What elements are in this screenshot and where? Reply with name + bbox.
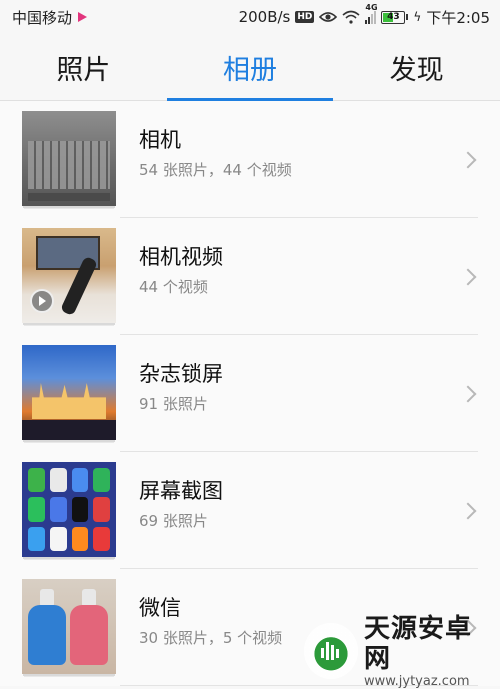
album-name: 杂志锁屏: [139, 362, 223, 386]
battery-icon: 43: [381, 10, 406, 24]
chevron-right-icon: [459, 268, 477, 285]
tab-albums[interactable]: 相册: [166, 34, 334, 101]
wifi-icon: [342, 10, 360, 24]
tab-albums-label: 相册: [223, 54, 277, 86]
album-thumbnail: [22, 345, 116, 440]
album-count: 69 张照片: [139, 512, 208, 530]
android-logo-icon: [304, 623, 358, 679]
watermark-title: 天源安卓网: [363, 613, 472, 674]
carrier-name: 中国移动: [12, 8, 73, 27]
carrier-logo-icon: [78, 12, 88, 22]
tab-bar: 照片 相册 发现: [0, 34, 500, 101]
album-row-camera-video[interactable]: 相机视频 44 个视频: [0, 218, 500, 335]
album-name: 相机: [139, 128, 181, 152]
album-name: 微信: [139, 596, 181, 620]
album-count: 54 张照片，44 个视频: [139, 161, 292, 179]
chevron-right-icon: [459, 502, 477, 519]
album-row-magazine-lock[interactable]: 杂志锁屏 91 张照片: [0, 335, 500, 452]
tab-photos[interactable]: 照片: [0, 34, 167, 100]
tab-discover-label: 发现: [389, 54, 444, 86]
album-list: 相机 54 张照片，44 个视频 相机视频 44 个视频 杂志锁屏 91 张照片: [0, 101, 500, 686]
watermark-url: www.jytyaz.com: [363, 673, 470, 689]
network-type: 4G: [365, 2, 378, 12]
album-name: 屏幕截图: [139, 479, 223, 503]
album-count: 30 张照片，5 个视频: [139, 629, 283, 647]
album-thumbnail: [22, 579, 116, 674]
album-thumbnail: [22, 462, 116, 557]
clock: 下午2:05: [426, 8, 490, 27]
hd-icon: HD: [295, 11, 315, 23]
network-speed: 200B/s: [238, 8, 291, 26]
album-count: 91 张照片: [139, 395, 208, 413]
eye-icon: [319, 12, 338, 22]
status-bar: 中国移动 200B/s HD 4G 43 ϟ 下午2:05: [0, 0, 500, 34]
signal-icon: 4G: [365, 3, 378, 24]
battery-level: 43: [387, 12, 400, 22]
album-thumbnail: [22, 111, 116, 206]
play-icon: [30, 289, 54, 313]
chevron-right-icon: [459, 151, 477, 168]
site-watermark: 天源安卓网 www.jytyaz.com: [304, 614, 494, 689]
tab-discover[interactable]: 发现: [333, 34, 500, 100]
album-name: 相机视频: [139, 245, 223, 269]
album-row-camera[interactable]: 相机 54 张照片，44 个视频: [0, 101, 500, 218]
album-row-screenshots[interactable]: 屏幕截图 69 张照片: [0, 452, 500, 569]
album-thumbnail: [22, 228, 116, 323]
album-count: 44 个视频: [139, 278, 208, 296]
charging-icon: ϟ: [413, 10, 422, 24]
chevron-right-icon: [459, 385, 477, 402]
tab-photos-label: 照片: [56, 54, 111, 86]
